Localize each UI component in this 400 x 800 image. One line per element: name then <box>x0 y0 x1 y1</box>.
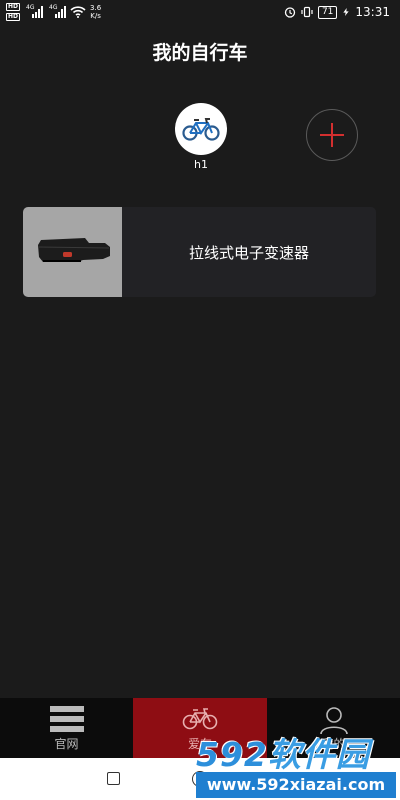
bike-name: h1 <box>194 158 208 171</box>
hd-indicators: HD HD <box>6 3 21 21</box>
battery-indicator: 71 <box>317 5 338 19</box>
signal-icon-sim2: 4G <box>49 4 67 18</box>
watermark: 592软件园 www.592xiazai.com <box>196 728 400 800</box>
alarm-icon <box>284 7 296 18</box>
nav-label-website: 官网 <box>54 737 79 751</box>
device-image <box>23 207 122 297</box>
hd-badge-1: HD <box>6 3 21 11</box>
hd-badge-2: HD <box>6 13 21 21</box>
page-title: 我的自行车 <box>152 42 248 64</box>
add-bike-button[interactable] <box>306 109 358 161</box>
menu-icon <box>49 706 84 732</box>
signal-icon-sim1: 4G <box>26 4 44 18</box>
recent-apps-button[interactable] <box>107 772 120 785</box>
device-label: 拉线式电子变速器 <box>188 243 309 262</box>
vibrate-icon <box>301 6 313 18</box>
charging-icon <box>343 8 350 16</box>
clock: 13:31 <box>355 5 390 19</box>
shifter-device-image <box>38 238 110 262</box>
bicycle-icon <box>182 118 220 141</box>
bike-avatar[interactable] <box>175 103 227 155</box>
status-right: 71 13:31 <box>284 5 390 19</box>
nav-tab-website[interactable]: 官网 <box>0 698 133 758</box>
plus-icon <box>320 123 344 147</box>
wifi-icon <box>70 6 86 18</box>
watermark-url: www.592xiazai.com <box>196 772 396 798</box>
device-card[interactable]: 拉线式电子变速器 <box>23 207 376 297</box>
status-left: HD HD 4G 4G 3.6 K/s <box>6 3 101 21</box>
watermark-brand: 592软件园 <box>196 735 370 774</box>
status-bar: HD HD 4G 4G 3.6 K/s 71 13:31 <box>0 0 400 28</box>
network-speed: 3.6 K/s <box>90 4 102 20</box>
